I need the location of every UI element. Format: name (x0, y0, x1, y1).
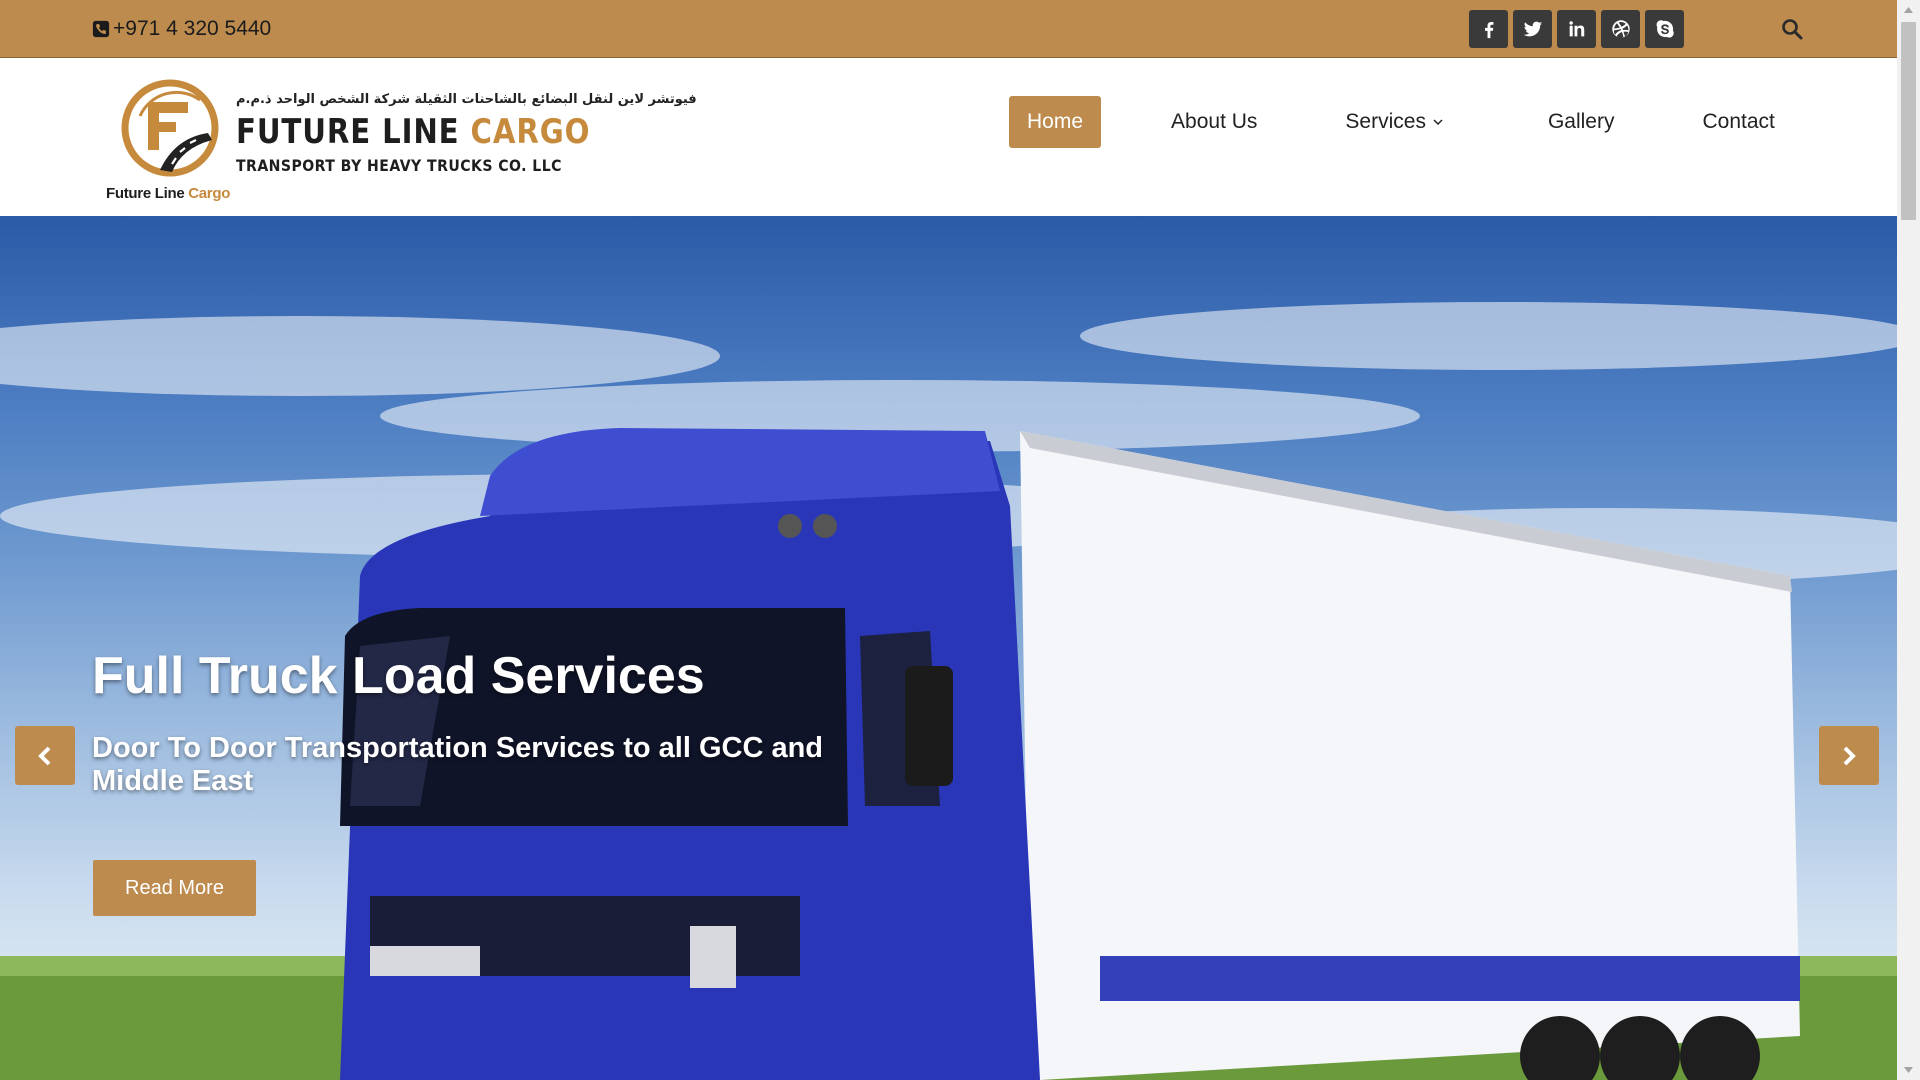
main-nav: Home About Us Services Gallery Contact (1009, 96, 1793, 148)
twitter-icon (1523, 21, 1542, 37)
slide-caption: Full Truck Load Services Door To Door Tr… (92, 646, 892, 798)
facebook-icon (1484, 21, 1493, 39)
facebook-button[interactable] (1469, 10, 1508, 48)
logo-arabic-text: فيوتشر لاين لنقل البضائع بالشاحنات الثقي… (236, 92, 697, 107)
logo-small-accent: Cargo (188, 185, 231, 202)
nav-services-label: Services (1345, 110, 1426, 133)
logo-name-accent: CARGO (470, 112, 591, 152)
logo-small-text: Future Line Cargo (106, 185, 230, 202)
scroll-down-arrow[interactable] (1897, 1060, 1920, 1080)
logo-company-name: FUTURE LINE CARGO (236, 112, 590, 152)
nav-contact[interactable]: Contact (1684, 96, 1792, 148)
dribbble-icon (1611, 20, 1630, 38)
chevron-left-icon (38, 746, 51, 765)
chevron-down-icon (1433, 119, 1443, 126)
scroll-up-arrow[interactable] (1897, 0, 1920, 20)
page-scrollbar[interactable] (1897, 0, 1920, 1080)
phone-number: +971 4 320 5440 (113, 17, 272, 40)
slider-next-button[interactable] (1819, 726, 1879, 785)
linkedin-icon (1568, 21, 1584, 37)
top-bar: +971 4 320 5440 (0, 0, 1897, 58)
logo-small-main: Future Line (106, 185, 189, 202)
skype-button[interactable] (1645, 10, 1684, 48)
scroll-thumb[interactable] (1901, 22, 1916, 220)
site-header: فيوتشر لاين لنقل البضائع بالشاحنات الثقي… (0, 58, 1897, 216)
logo-name-main: FUTURE LINE (236, 112, 471, 152)
linkedin-button[interactable] (1557, 10, 1596, 48)
search-button[interactable] (1780, 17, 1804, 41)
site-logo[interactable]: فيوتشر لاين لنقل البضائع بالشاحنات الثقي… (100, 78, 697, 208)
search-icon (1782, 19, 1803, 40)
nav-home[interactable]: Home (1009, 96, 1102, 148)
triangle-up-icon (1904, 7, 1913, 13)
nav-gallery[interactable]: Gallery (1530, 96, 1633, 148)
slider-prev-button[interactable] (15, 726, 75, 785)
triangle-down-icon (1904, 1067, 1913, 1073)
nav-about-us[interactable]: About Us (1153, 96, 1275, 148)
slide-subtitle: Door To Door Transportation Services to … (92, 732, 824, 797)
slide-title: Full Truck Load Services (92, 647, 705, 705)
twitter-button[interactable] (1513, 10, 1552, 48)
phone-contact[interactable]: +971 4 320 5440 (92, 17, 271, 41)
social-links (1469, 10, 1684, 48)
read-more-button[interactable]: Read More (93, 860, 256, 916)
logo-subtitle: TRANSPORT BY HEAVY TRUCKS CO. LLC (236, 156, 562, 175)
nav-services[interactable]: Services (1327, 96, 1462, 148)
skype-icon (1656, 20, 1674, 38)
logo-emblem-icon (121, 79, 219, 177)
hero-slider: Full Truck Load Services Door To Door Tr… (0, 216, 1897, 1080)
phone-icon (92, 20, 110, 38)
chevron-right-icon (1843, 746, 1856, 765)
dribbble-button[interactable] (1601, 10, 1640, 48)
